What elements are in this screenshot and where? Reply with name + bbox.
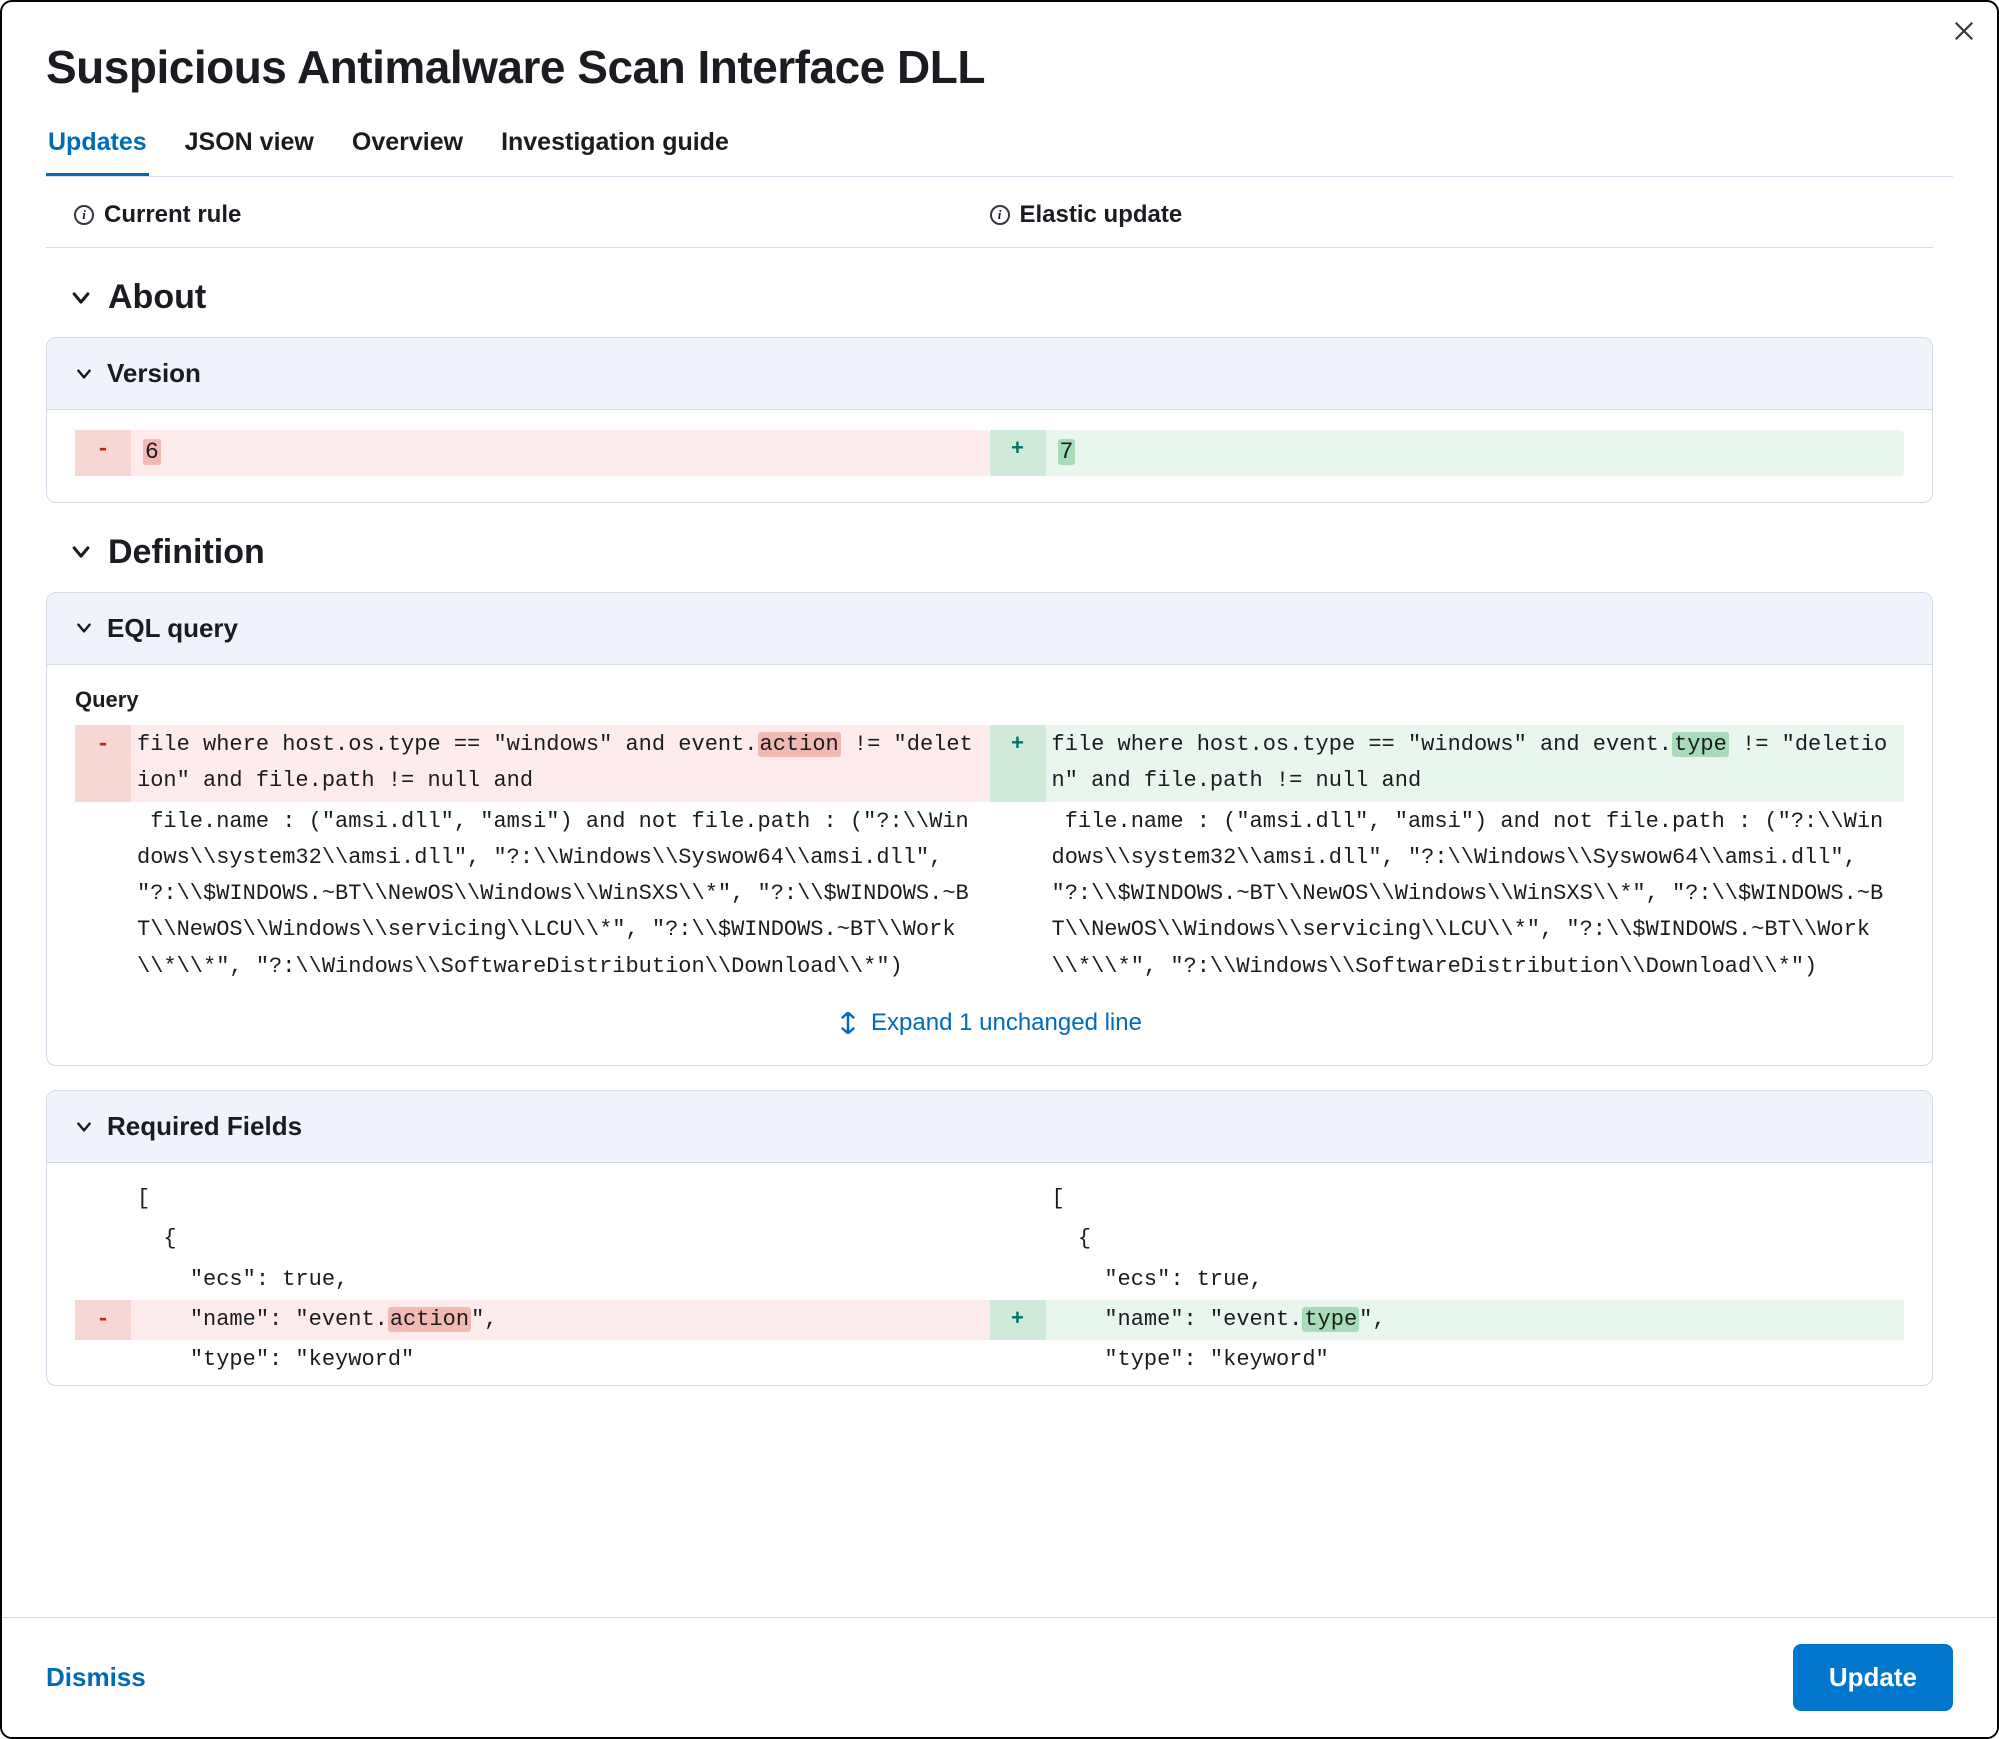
rf-line: [: [1046, 1179, 1905, 1219]
update-button[interactable]: Update: [1793, 1644, 1953, 1711]
diff-columns-header: i Current rule i Elastic update: [46, 177, 1933, 248]
card-required-fields-toggle[interactable]: Required Fields: [47, 1091, 1932, 1163]
card-version: Version - 6 + 7: [46, 337, 1933, 503]
card-version-toggle[interactable]: Version: [47, 338, 1932, 410]
column-current-rule: i Current rule: [74, 201, 990, 229]
modal-frame: Suspicious Antimalware Scan Interface DL…: [0, 0, 1999, 1739]
chevron-down-icon: [70, 541, 92, 563]
card-version-label: Version: [107, 358, 201, 389]
section-definition-label: Definition: [108, 533, 265, 572]
version-new: 7: [1058, 439, 1076, 465]
query-new-highlight-line: file where host.os.type == "windows" and…: [1046, 725, 1905, 802]
modal-header: Suspicious Antimalware Scan Interface DL…: [2, 2, 1997, 177]
chevron-down-icon: [75, 365, 93, 383]
query-old-common: file.name : ("amsi.dll", "amsi") and not…: [131, 802, 990, 987]
rf-line: "type": "keyword": [1046, 1340, 1905, 1380]
expand-unchanged-button[interactable]: Expand 1 unchanged line: [47, 987, 1932, 1065]
rf-line: "type": "keyword": [131, 1340, 990, 1380]
chevron-down-icon: [75, 619, 93, 637]
chevron-down-icon: [75, 1118, 93, 1136]
eql-query-diff: - file where host.os.type == "windows" a…: [47, 713, 1932, 987]
column-current-label: Current rule: [104, 201, 241, 229]
card-required-fields: Required Fields [ { "ecs": true, - "name…: [46, 1090, 1933, 1385]
tab-investigation-guide[interactable]: Investigation guide: [499, 128, 731, 176]
expand-unchanged-label: Expand 1 unchanged line: [871, 1009, 1142, 1037]
info-icon: i: [990, 205, 1010, 225]
card-eql-query-label: EQL query: [107, 613, 238, 644]
required-fields-diff: [ { "ecs": true, - "name": "event.action…: [47, 1163, 1932, 1384]
column-elastic-update: i Elastic update: [990, 201, 1906, 229]
diff-gutter-plus: +: [990, 430, 1046, 476]
rf-line: [: [131, 1179, 990, 1219]
tabs: Updates JSON view Overview Investigation…: [46, 128, 1953, 177]
rf-line: {: [1046, 1219, 1905, 1259]
diff-gutter-minus: -: [75, 725, 131, 802]
card-eql-query-toggle[interactable]: EQL query: [47, 593, 1932, 665]
rf-line: "ecs": true,: [1046, 1260, 1905, 1300]
rf-name-old: "name": "event.action",: [131, 1300, 990, 1340]
scroll-area[interactable]: i Current rule i Elastic update About Ve…: [2, 177, 1977, 1617]
rf-name-new: "name": "event.type",: [1046, 1300, 1905, 1340]
query-old-highlight-line: file where host.os.type == "windows" and…: [131, 725, 990, 802]
card-required-fields-label: Required Fields: [107, 1111, 302, 1142]
rf-line: {: [131, 1219, 990, 1259]
section-about-toggle[interactable]: About: [70, 278, 1933, 317]
query-subheading: Query: [47, 665, 1932, 713]
diff-gutter-plus: +: [990, 725, 1046, 802]
tab-overview[interactable]: Overview: [350, 128, 465, 176]
tab-json-view[interactable]: JSON view: [183, 128, 316, 176]
card-eql-query: EQL query Query - file where host.os.typ…: [46, 592, 1933, 1066]
query-new-common: file.name : ("amsi.dll", "amsi") and not…: [1046, 802, 1905, 987]
page-title: Suspicious Antimalware Scan Interface DL…: [46, 40, 1953, 94]
version-old: 6: [143, 439, 161, 465]
diff-gutter-minus: -: [75, 1300, 131, 1340]
info-icon: i: [74, 205, 94, 225]
section-about-label: About: [108, 278, 206, 317]
column-elastic-label: Elastic update: [1020, 201, 1183, 229]
tab-updates[interactable]: Updates: [46, 128, 149, 176]
expand-icon: [837, 1012, 859, 1034]
section-definition-toggle[interactable]: Definition: [70, 533, 1933, 572]
chevron-down-icon: [70, 287, 92, 309]
rf-line: "ecs": true,: [131, 1260, 990, 1300]
diff-gutter-minus: -: [75, 430, 131, 476]
dismiss-button[interactable]: Dismiss: [46, 1662, 146, 1693]
close-icon[interactable]: [1953, 20, 1975, 46]
modal-footer: Dismiss Update: [2, 1617, 1997, 1737]
version-diff: - 6 + 7: [47, 410, 1932, 502]
diff-gutter-plus: +: [990, 1300, 1046, 1340]
